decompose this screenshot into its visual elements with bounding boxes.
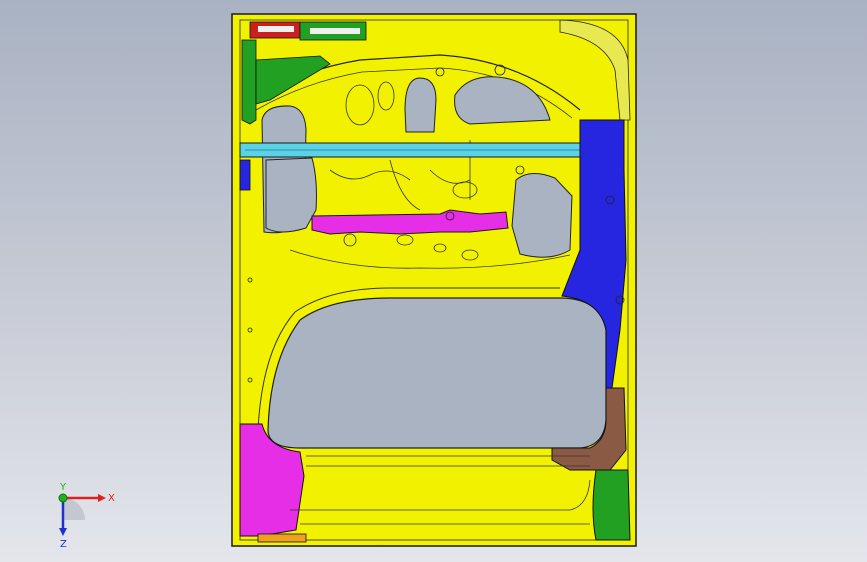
lower-right-corner-bracket[interactable] bbox=[592, 469, 631, 541]
z-axis-arrowhead bbox=[59, 528, 67, 536]
left-vertical-strip[interactable] bbox=[241, 39, 257, 125]
window-cutout[interactable] bbox=[267, 297, 607, 449]
y-axis-label: Y bbox=[59, 482, 67, 493]
top-left-white-strip bbox=[258, 26, 294, 32]
top-green-band-slots bbox=[310, 28, 360, 34]
x-axis-label: X bbox=[108, 493, 115, 504]
door-panel-model[interactable] bbox=[0, 0, 867, 562]
cad-viewport[interactable]: X Y Z bbox=[0, 0, 867, 562]
y-axis-point bbox=[58, 493, 68, 503]
triad-sphere-shading bbox=[63, 498, 85, 520]
blue-bracket-left[interactable] bbox=[239, 159, 251, 191]
upper-center-cutout[interactable] bbox=[404, 77, 437, 133]
x-axis-arrowhead bbox=[98, 494, 106, 502]
left-mid-cutout[interactable] bbox=[265, 157, 317, 233]
z-axis-label: Z bbox=[60, 539, 67, 548]
lower-left-tab[interactable] bbox=[257, 533, 307, 543]
orientation-triad[interactable]: X Y Z bbox=[40, 478, 120, 548]
right-mid-cutout[interactable] bbox=[511, 173, 573, 258]
